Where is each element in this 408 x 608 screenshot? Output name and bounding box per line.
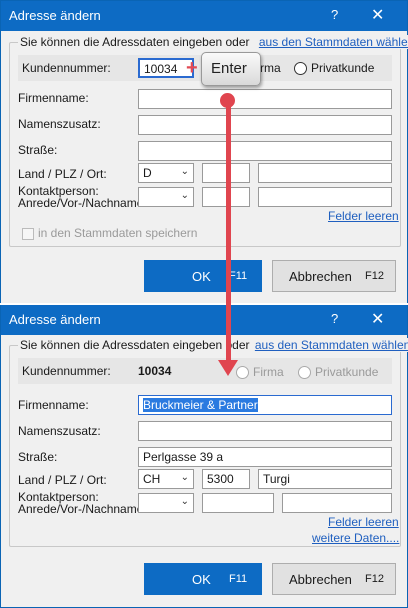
help-button[interactable]: ? [331, 311, 338, 326]
chevron-down-icon: ⌄ [180, 190, 189, 201]
nachname-input[interactable] [258, 187, 392, 207]
land-value: CH [143, 472, 161, 486]
arrow-down-icon [218, 360, 238, 376]
namenszusatz-input[interactable] [138, 115, 392, 135]
firmenname-label: Firmenname: [18, 91, 89, 105]
strasse-input[interactable]: Perlgasse 39 a [138, 447, 392, 467]
cancel-button[interactable]: Abbrechen F12 [272, 563, 396, 595]
kundennummer-label: Kundennummer: [22, 364, 111, 378]
legend-text: Sie können die Adressdaten eingeben oder [20, 35, 250, 49]
firmenname-label: Firmenname: [18, 398, 89, 412]
weitere-daten-link[interactable]: weitere Daten.... [312, 531, 399, 545]
ort-input[interactable] [258, 163, 392, 183]
strasse-input[interactable] [138, 141, 392, 161]
cancel-label: Abbrechen [289, 269, 352, 284]
strasse-label: Straße: [18, 450, 58, 464]
firma-radio[interactable]: Firma [236, 365, 284, 380]
land-select[interactable]: CH ⌄ [138, 469, 194, 489]
cancel-shortcut: F12 [365, 270, 384, 282]
cancel-shortcut: F12 [365, 573, 384, 585]
kundennummer-label: Kundennummer: [22, 61, 111, 75]
dialog-adresse-aendern-result: Adresse ändern ? ✕ Sie können die Adress… [0, 305, 408, 608]
enter-key-icon: Enter [201, 52, 261, 86]
namenszusatz-input[interactable] [138, 421, 392, 441]
chevron-down-icon: ⌄ [180, 496, 189, 507]
address-group: Sie können die Adressdaten eingeben oder… [9, 338, 408, 547]
felder-leeren-link[interactable]: Felder leeren [328, 515, 399, 529]
close-icon[interactable]: ✕ [371, 309, 384, 329]
anrede-select[interactable]: ⌄ [138, 187, 194, 207]
firmenname-input[interactable]: Bruckmeier & Partner [138, 395, 392, 415]
chevron-down-icon: ⌄ [180, 472, 189, 483]
help-button[interactable]: ? [331, 7, 338, 22]
stammdaten-link[interactable]: aus den Stammdaten wählen... [259, 35, 408, 49]
radio-circle-icon [294, 62, 307, 76]
plz-input[interactable]: 5300 [202, 469, 250, 489]
privatkunde-label: Privatkunde [311, 61, 375, 75]
namenszusatz-label: Namenszusatz: [18, 117, 101, 131]
nachname-input[interactable] [282, 493, 392, 513]
firma-label: Firma [253, 365, 284, 379]
privatkunde-label: Privatkunde [315, 365, 379, 379]
group-legend: Sie können die Adressdaten eingeben oder… [18, 35, 408, 49]
strasse-label: Straße: [18, 143, 58, 157]
ok-shortcut: F11 [229, 573, 248, 585]
cancel-button[interactable]: Abbrechen F12 [272, 260, 396, 292]
ort-input[interactable]: Turgi [258, 469, 392, 489]
kontakt-sublabel: Anrede/Vor-/Nachname [18, 196, 144, 210]
privatkunde-radio[interactable]: Privatkunde [298, 365, 379, 380]
group-legend: Sie können die Adressdaten eingeben oder… [18, 338, 408, 352]
dialog-title: Adresse ändern [9, 8, 101, 23]
ok-shortcut: F11 [229, 270, 248, 282]
plus-icon: + [186, 57, 198, 79]
radio-circle-icon [298, 366, 311, 380]
legend-text: Sie können die Adressdaten eingeben oder [20, 338, 250, 352]
namenszusatz-label: Namenszusatz: [18, 424, 101, 438]
ok-button[interactable]: OK F11 [144, 563, 262, 595]
land-select[interactable]: D ⌄ [138, 163, 194, 183]
firmenname-value: Bruckmeier & Partner [143, 398, 258, 412]
ok-label: OK [192, 269, 211, 284]
land-plz-ort-label: Land / PLZ / Ort: [18, 167, 107, 181]
chevron-down-icon: ⌄ [180, 166, 189, 177]
dialog-adresse-aendern-input: Adresse ändern ? ✕ Sie können die Adress… [0, 0, 408, 303]
felder-leeren-link[interactable]: Felder leeren [328, 209, 399, 223]
privatkunde-radio[interactable]: Privatkunde [294, 61, 375, 76]
kundennummer-value: 10034 [138, 364, 172, 378]
ok-label: OK [192, 572, 211, 587]
cancel-label: Abbrechen [289, 572, 352, 587]
enter-key-label: Enter [211, 60, 247, 77]
title-bar: Adresse ändern ? ✕ [1, 1, 407, 31]
dialog-title: Adresse ändern [9, 312, 101, 327]
title-bar: Adresse ändern ? ✕ [1, 305, 407, 335]
ok-button[interactable]: OK F11 [144, 260, 262, 292]
land-plz-ort-label: Land / PLZ / Ort: [18, 473, 107, 487]
arrow-shaft [226, 99, 231, 361]
stammdaten-speichern-label: in den Stammdaten speichern [38, 226, 198, 240]
anrede-select[interactable]: ⌄ [138, 493, 194, 513]
stammdaten-speichern-checkbox[interactable]: in den Stammdaten speichern [22, 226, 197, 240]
stammdaten-link[interactable]: aus den Stammdaten wählen... [255, 338, 408, 352]
close-icon[interactable]: ✕ [371, 5, 384, 25]
firmenname-input[interactable] [138, 89, 392, 109]
vorname-input[interactable] [202, 493, 274, 513]
checkbox-icon [22, 227, 34, 240]
land-value: D [143, 166, 152, 180]
kontakt-sublabel: Anrede/Vor-/Nachname [18, 502, 144, 516]
